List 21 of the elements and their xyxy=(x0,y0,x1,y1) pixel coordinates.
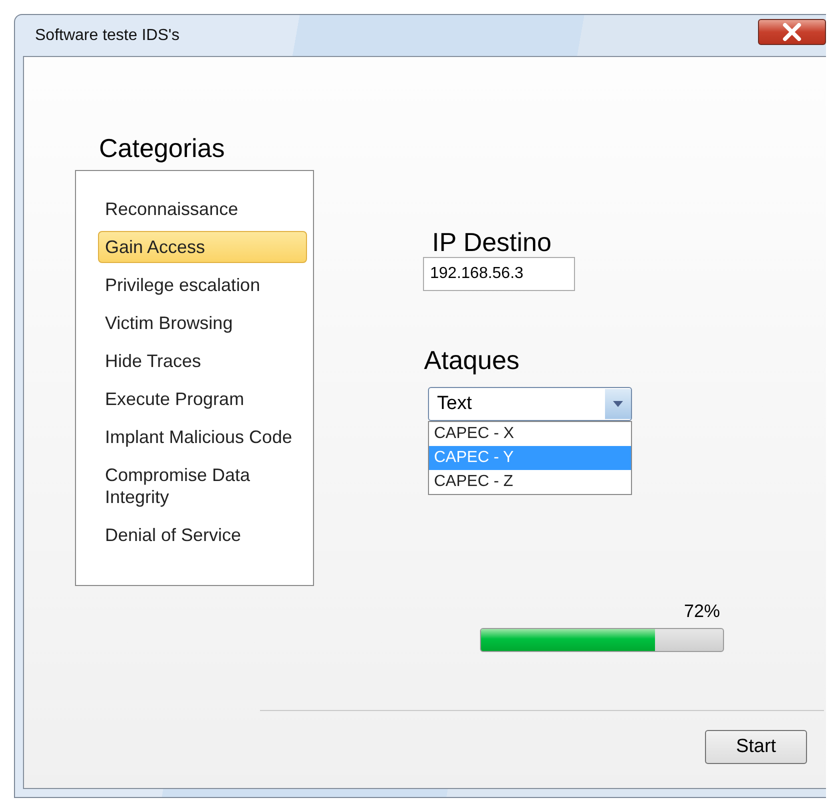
window-title: Software teste IDS's xyxy=(35,26,180,44)
category-item[interactable]: Gain Access xyxy=(98,231,307,263)
dropdown-option[interactable]: CAPEC - Z xyxy=(429,470,631,494)
category-item[interactable]: Implant Malicious Code xyxy=(98,421,307,453)
category-item[interactable]: Victim Browsing xyxy=(98,307,307,339)
category-item[interactable]: Execute Program xyxy=(98,383,307,415)
categories-heading: Categorias xyxy=(99,133,226,164)
dropdown-option[interactable]: CAPEC - X xyxy=(429,422,631,446)
start-button[interactable]: Start xyxy=(705,730,807,764)
ip-label: IP Destino xyxy=(432,227,552,257)
close-icon xyxy=(782,22,802,40)
ip-input-field[interactable]: 192.168.56.3 xyxy=(423,257,575,291)
attacks-dropdown[interactable]: Text xyxy=(428,387,632,421)
category-item[interactable]: Reconnaissance xyxy=(98,193,307,225)
close-button[interactable] xyxy=(758,18,826,44)
category-item[interactable]: Compromise Data Integrity xyxy=(98,459,307,513)
progress-reading: 72% xyxy=(682,601,720,622)
category-item[interactable]: Hide Traces xyxy=(98,345,307,377)
category-item[interactable]: Denial of Service xyxy=(98,519,307,551)
attacks-label: Ataques xyxy=(424,345,520,375)
category-item[interactable]: Privilege escalation xyxy=(98,269,307,301)
